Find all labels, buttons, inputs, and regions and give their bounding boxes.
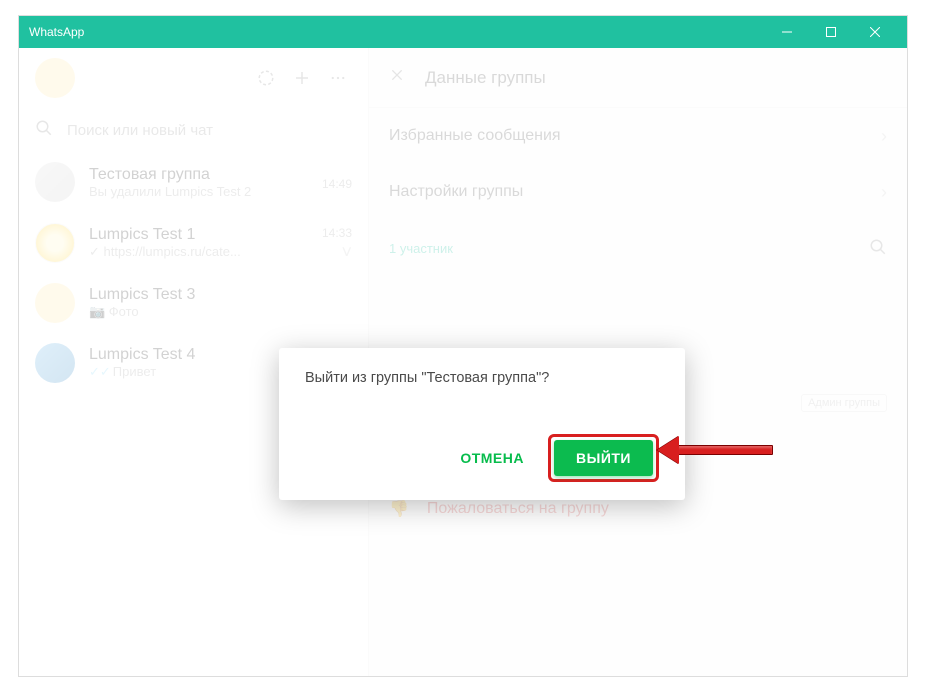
titlebar: WhatsApp (19, 16, 907, 48)
cancel-button[interactable]: ОТМЕНА (444, 440, 540, 476)
exit-button-highlight: ВЫЙТИ (548, 434, 659, 482)
confirm-dialog: Выйти из группы "Тестовая группа"? ОТМЕН… (279, 348, 685, 500)
window-title: WhatsApp (29, 25, 765, 39)
app-window: WhatsApp Поиск или новый чат (18, 15, 908, 677)
close-window-button[interactable] (853, 16, 897, 48)
annotation-arrow (657, 436, 773, 464)
maximize-button[interactable] (809, 16, 853, 48)
exit-button[interactable]: ВЫЙТИ (554, 440, 653, 476)
dialog-message: Выйти из группы "Тестовая группа"? (305, 370, 659, 386)
minimize-button[interactable] (765, 16, 809, 48)
